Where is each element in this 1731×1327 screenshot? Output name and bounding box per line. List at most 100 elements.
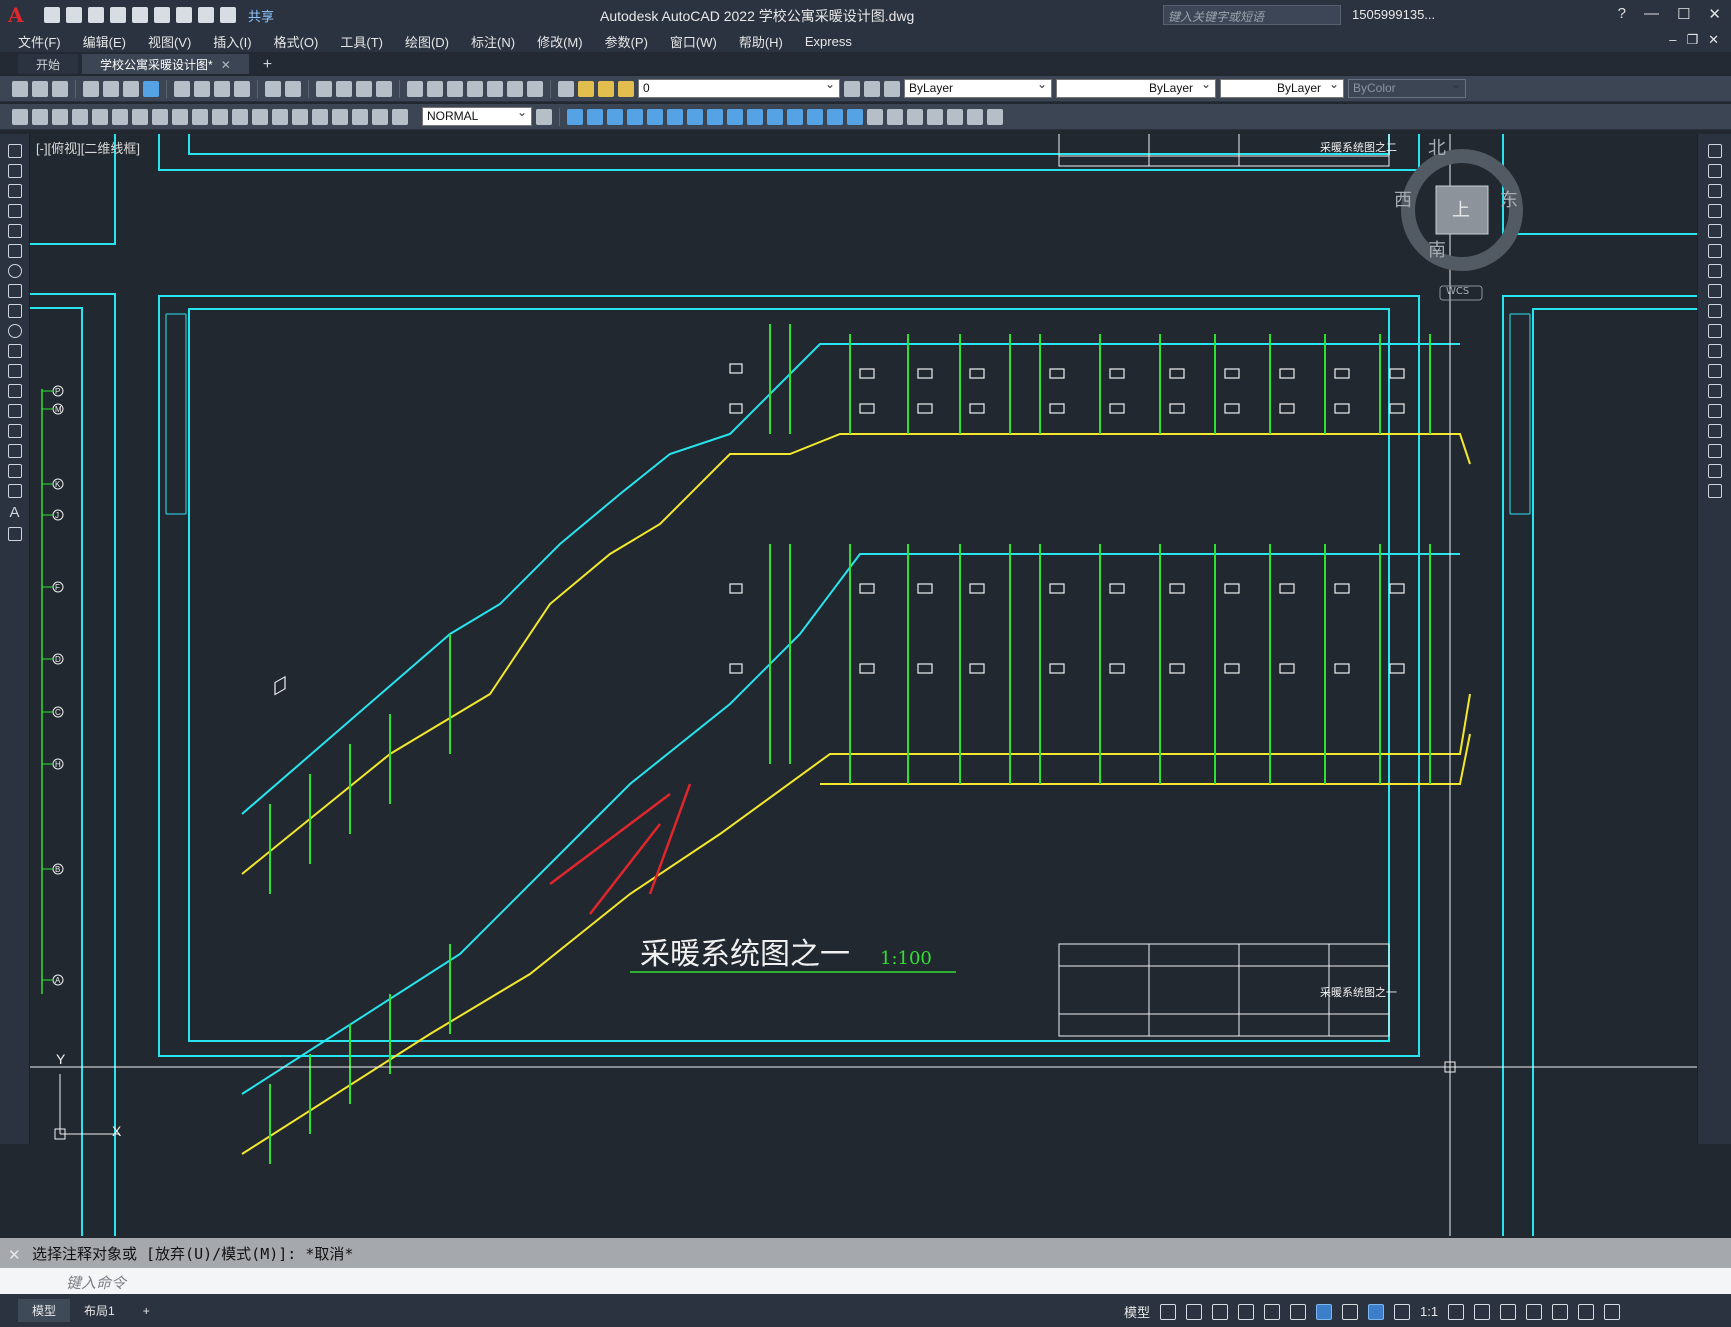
save-web-icon[interactable] [154, 7, 170, 23]
customization-icon[interactable] [1604, 1303, 1621, 1320]
layer-states-icon[interactable] [884, 80, 900, 97]
viewcube[interactable] [1401, 149, 1523, 301]
point-icon[interactable] [7, 404, 22, 418]
menu-tools[interactable]: 工具(T) [340, 32, 383, 51]
ellipse-icon[interactable] [7, 324, 22, 338]
dim-edit-icon[interactable] [352, 108, 368, 125]
open-file-icon[interactable] [66, 7, 82, 23]
new-file-icon[interactable] [44, 7, 60, 23]
linetype-dropdown[interactable]: ByLayer [1056, 77, 1216, 98]
isolate-objects-icon[interactable] [1526, 1303, 1543, 1320]
open-icon[interactable] [32, 80, 48, 97]
fillet-icon[interactable] [827, 108, 843, 125]
tab-close-icon[interactable]: ✕ [221, 58, 231, 72]
publish-icon[interactable] [123, 80, 139, 97]
help-icon[interactable] [527, 80, 543, 97]
annotation-scale[interactable]: 1:1 [1420, 1304, 1438, 1319]
scale-icon[interactable] [687, 108, 703, 125]
viewcube-north[interactable]: 北 [1428, 134, 1446, 160]
menu-parametric[interactable]: 参数(P) [605, 32, 648, 51]
save-icon[interactable] [88, 7, 104, 23]
dim-update-icon[interactable] [392, 108, 408, 125]
mirror-icon[interactable] [587, 108, 603, 125]
save-as-icon[interactable] [110, 7, 126, 23]
center-mark-icon[interactable] [292, 108, 308, 125]
jogged-icon[interactable] [112, 108, 128, 125]
polygon-icon[interactable] [7, 204, 22, 218]
mtext-icon[interactable]: A [9, 504, 19, 521]
properties-icon[interactable] [407, 80, 423, 97]
viewport-controls[interactable]: [-][俯视][二维线框] [36, 138, 140, 157]
array-icon[interactable] [1707, 224, 1722, 238]
undo-icon[interactable] [265, 80, 281, 97]
polar-icon[interactable] [1238, 1303, 1255, 1320]
wcs-menu[interactable]: WCS [1446, 286, 1469, 297]
user-account[interactable]: 1505999135... [1352, 7, 1435, 22]
grid-icon[interactable] [1160, 1303, 1177, 1320]
explode-icon[interactable] [847, 108, 863, 125]
linear-dim-icon[interactable] [12, 108, 28, 125]
continue-icon[interactable] [212, 108, 228, 125]
line-icon[interactable] [7, 144, 22, 158]
redo-icon[interactable] [285, 80, 301, 97]
dim-style-icon[interactable] [536, 108, 552, 125]
offset-icon[interactable] [607, 108, 623, 125]
maximize-icon[interactable]: ☐ [1677, 5, 1690, 23]
table-icon[interactable] [7, 484, 22, 498]
explode-icon[interactable] [1707, 484, 1722, 498]
inspection-icon[interactable] [312, 108, 328, 125]
angular-icon[interactable] [152, 108, 168, 125]
extend-icon[interactable] [747, 108, 763, 125]
spline-icon[interactable] [7, 304, 22, 318]
menu-format[interactable]: 格式(O) [274, 32, 319, 51]
close-command-icon[interactable]: ✕ [8, 1246, 21, 1264]
new-tab-button[interactable]: + [263, 56, 272, 74]
command-input[interactable]: 键入命令 [0, 1268, 1731, 1294]
new-icon[interactable] [12, 80, 28, 97]
join-icon[interactable] [1707, 404, 1722, 418]
menu-window[interactable]: 窗口(W) [670, 32, 717, 51]
construction-line-icon[interactable] [7, 164, 22, 178]
cut-icon[interactable] [174, 80, 190, 97]
search-input[interactable]: 键入关键字或短语 [1163, 5, 1341, 25]
scale-icon[interactable] [1707, 284, 1722, 298]
fillet-icon[interactable] [1707, 444, 1722, 458]
tab-drawing[interactable]: 学校公寓采暖设计图* ✕ [82, 54, 249, 74]
zoom-realtime-icon[interactable] [336, 80, 352, 97]
add-selected-icon[interactable] [7, 527, 22, 541]
point-icon[interactable] [907, 108, 923, 125]
layer-lock-icon[interactable] [618, 80, 634, 97]
tab-start[interactable]: 开始 [18, 54, 79, 74]
viewcube-east[interactable]: 东 [1500, 186, 1518, 212]
pan-icon[interactable] [316, 80, 332, 97]
layer-on-icon[interactable] [578, 80, 594, 97]
revision-cloud-icon[interactable] [7, 284, 22, 298]
add-layout-button[interactable]: + [129, 1301, 164, 1321]
array-icon[interactable] [627, 108, 643, 125]
3d-print-icon[interactable] [143, 80, 159, 97]
calculator-icon[interactable] [507, 80, 523, 97]
snap-icon[interactable] [1186, 1303, 1203, 1320]
open-web-icon[interactable] [132, 7, 148, 23]
lineweight-dropdown[interactable]: ByLayer [1220, 77, 1344, 98]
arc-length-icon[interactable] [52, 108, 68, 125]
dim-text-edit-icon[interactable] [372, 108, 388, 125]
layer-freeze-icon[interactable] [598, 80, 614, 97]
workspace-gear-icon[interactable] [1448, 1303, 1465, 1320]
design-center-icon[interactable] [427, 80, 443, 97]
arc-icon[interactable] [7, 244, 22, 258]
aligned-dim-icon[interactable] [32, 108, 48, 125]
viewcube-south[interactable]: 南 [1428, 236, 1446, 262]
make-block-icon[interactable] [887, 108, 903, 125]
blend-curves-icon[interactable] [1707, 464, 1722, 478]
annotation-monitor-icon[interactable] [1474, 1303, 1491, 1320]
menu-draw[interactable]: 绘图(D) [405, 32, 449, 51]
move-icon[interactable] [647, 108, 663, 125]
plot-icon[interactable] [176, 7, 192, 23]
share-button[interactable]: 共享 [248, 6, 274, 25]
markup-icon[interactable] [487, 80, 503, 97]
viewcube-top[interactable]: 上 [1452, 196, 1470, 222]
plot-icon[interactable] [83, 80, 99, 97]
zoom-window-icon[interactable] [356, 80, 372, 97]
hatch-icon[interactable] [927, 108, 943, 125]
